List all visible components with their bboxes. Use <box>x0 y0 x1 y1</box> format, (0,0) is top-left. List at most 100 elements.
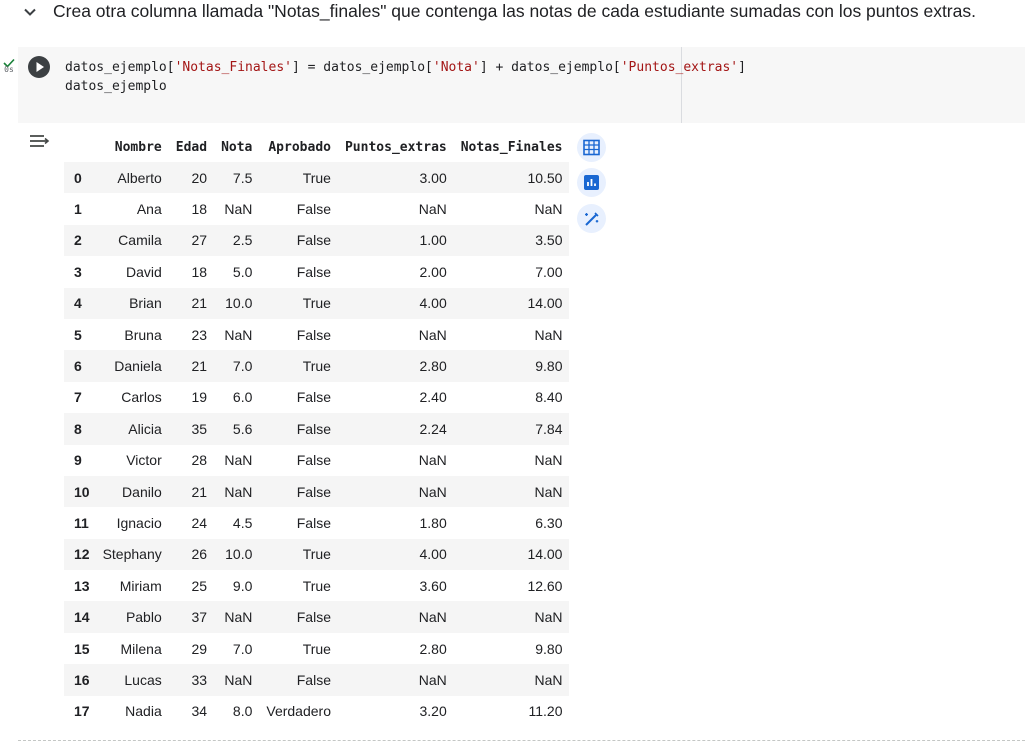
table-cell: NaN <box>418 326 447 343</box>
table-cell: 7.0 <box>232 640 253 657</box>
table-cell: 37 <box>191 609 208 626</box>
table-cell: Pablo <box>125 609 162 626</box>
convert-to-interactive-table-button[interactable] <box>577 133 606 162</box>
table-cell: 7.00 <box>535 263 563 280</box>
row-index: 13 <box>74 577 90 594</box>
table-cell: NaN <box>534 201 563 218</box>
row-index: 8 <box>74 420 82 437</box>
table-cell: False <box>296 232 331 249</box>
magic-wand-icon <box>585 212 599 226</box>
table-cell: 3.60 <box>419 577 447 594</box>
table-cell: NaN <box>534 609 563 626</box>
run-cell-button[interactable] <box>28 56 50 78</box>
table-header-row: Nombre Edad Nota Aprobado Puntos_extras Notas… <box>64 132 569 162</box>
table-cell: Milena <box>120 640 162 657</box>
table-cell: 35 <box>191 420 208 437</box>
column-header: Nombre <box>114 139 162 155</box>
dataframe-table: Nombre Edad Nota Aprobado Puntos_extras Notas… <box>64 132 570 727</box>
code-line-2: datos_ejemplo <box>65 79 167 94</box>
table-cell: NaN <box>534 452 563 469</box>
column-header <box>64 132 96 162</box>
section-title: Crea otra columna llamada "Notas_finales… <box>53 1 976 21</box>
cell-status: 0s <box>0 55 18 75</box>
table-cell: 1.80 <box>419 514 447 531</box>
row-index: 12 <box>74 546 90 563</box>
section-header: Crea otra columna llamada "Notas_finales… <box>0 0 1025 26</box>
table-cell: True <box>302 295 331 312</box>
table-cell: False <box>296 201 331 218</box>
row-index: 17 <box>74 703 90 720</box>
table-cell: 9.80 <box>535 640 563 657</box>
code-text: ] <box>738 60 746 75</box>
table-cell: 12.60 <box>527 577 563 594</box>
row-index: 1 <box>74 201 82 218</box>
row-index: 9 <box>74 452 82 469</box>
table-cell: 2.80 <box>419 358 447 375</box>
table-cell: 4.00 <box>419 295 447 312</box>
table-cell: 25 <box>191 577 208 594</box>
table-cell: NaN <box>224 201 253 218</box>
table-cell: 4.00 <box>419 546 447 563</box>
table-row: 14 Pablo 37 NaN False NaN NaN <box>64 601 570 633</box>
table-cell: True <box>302 358 331 375</box>
table-cell: False <box>296 609 331 626</box>
bar-chart-icon <box>584 175 599 190</box>
table-cell: 24 <box>191 514 208 531</box>
table-cell: 33 <box>191 671 208 688</box>
chevron-down-icon[interactable] <box>21 3 39 21</box>
table-row: 0 Alberto 20 7.5 True 3.00 10.50 <box>64 162 570 194</box>
table-cell: Stephany <box>102 546 162 563</box>
table-cell: Camila <box>118 232 162 249</box>
row-index: 10 <box>74 483 90 500</box>
table-cell: 18 <box>191 201 208 218</box>
table-cell: False <box>296 483 331 500</box>
table-cell: True <box>302 640 331 657</box>
table-row: 7 Carlos 19 6.0 False 2.40 8.40 <box>64 382 569 413</box>
table-row: 11 Ignacio 24 4.5 False 1.80 6.30 <box>64 507 569 538</box>
table-cell: 21 <box>191 358 208 375</box>
check-icon <box>3 55 15 68</box>
table-row: 8 Alicia 35 5.6 False 2.24 7.84 <box>64 413 570 445</box>
table-cell: NaN <box>224 671 253 688</box>
table-cell: NaN <box>534 326 563 343</box>
table-cell: 9.0 <box>232 577 253 594</box>
table-cell: 9.80 <box>535 358 563 375</box>
table-icon <box>583 139 600 156</box>
table-cell: NaN <box>224 326 253 343</box>
generate-code-button[interactable] <box>577 204 606 233</box>
table-cell: 21 <box>191 295 208 312</box>
table-cell: NaN <box>418 201 447 218</box>
table-cell: Ana <box>136 201 162 218</box>
table-cell: 18 <box>191 263 208 280</box>
column-header: Notas_Finales <box>460 139 563 155</box>
table-cell: 2.00 <box>419 263 447 280</box>
row-index: 11 <box>74 514 89 531</box>
table-cell: 29 <box>191 640 208 657</box>
table-cell: 14.00 <box>527 546 563 563</box>
table-row: 17 Nadia 34 8.0 Verdadero 3.20 11.20 <box>64 696 569 727</box>
table-cell: NaN <box>224 483 253 500</box>
code-text: ] = datos_ejemplo[ <box>291 60 433 75</box>
table-row: 12 Stephany 26 10.0 True 4.00 14.00 <box>64 538 570 571</box>
code-editor[interactable]: datos_ejemplo['Notas_Finales'] = datos_e… <box>65 58 746 96</box>
output-actions-icon[interactable] <box>28 130 50 152</box>
table-cell: NaN <box>418 452 447 469</box>
table-cell: 2.80 <box>419 640 447 657</box>
table-cell: 20 <box>191 169 208 186</box>
table-cell: David <box>125 263 162 280</box>
table-cell: False <box>296 326 331 343</box>
table-cell: NaN <box>534 671 563 688</box>
table-cell: 8.0 <box>232 703 253 720</box>
row-index: 6 <box>74 358 82 375</box>
table-cell: 10.50 <box>527 169 563 186</box>
table-cell: 19 <box>191 389 208 406</box>
table-cell: False <box>296 263 331 280</box>
table-row: 10 Danilo 21 NaN False NaN NaN <box>64 475 570 508</box>
row-index: 0 <box>74 169 82 186</box>
table-cell: 6.30 <box>535 514 563 531</box>
cell-separator <box>18 740 1025 741</box>
table-cell: 7.84 <box>535 420 563 437</box>
table-cell: 8.40 <box>535 389 563 406</box>
suggest-charts-button[interactable] <box>577 168 606 197</box>
play-icon <box>36 62 44 72</box>
